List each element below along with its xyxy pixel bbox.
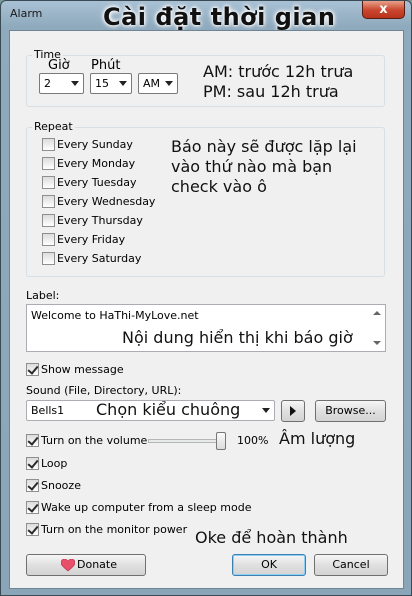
footer-note: Oke để hoàn thành [195,528,348,547]
volume-label: Turn on the volume [41,434,148,447]
alarm-window: Alarm Cài đặt thời gian x Time Giờ Phút … [0,0,412,596]
repeat-monday-checkbox[interactable] [42,157,55,170]
sound-caption: Sound (File, Directory, URL): [26,384,182,397]
dialog-body: Time Giờ Phút 2 15 AM AM: trước 12h trưa… [9,30,404,589]
scroll-up-icon[interactable] [373,311,381,315]
minute-label: Phút [91,58,121,73]
wake-label: Wake up computer from a sleep mode [41,501,252,514]
repeat-tuesday-checkbox[interactable] [42,176,55,189]
monitor-label: Turn on the monitor power [41,523,188,536]
volume-slider-track[interactable] [148,439,226,443]
snooze-label: Snooze [41,479,81,492]
repeat-sunday-checkbox[interactable] [42,138,55,151]
browse-button[interactable]: Browse... [315,400,386,422]
volume-slider-thumb[interactable] [216,432,226,450]
overlay-title: Cài đặt thời gian [103,3,336,31]
ampm-value: AM [143,77,161,90]
label-caption: Label: [26,289,60,302]
snooze-checkbox[interactable] [26,479,39,492]
repeat-sunday-label: Every Sunday [57,138,133,151]
chevron-down-icon [119,81,127,86]
ok-button[interactable]: OK [232,554,306,576]
repeat-wednesday-checkbox[interactable] [42,195,55,208]
chevron-down-icon [71,81,79,86]
hour-select[interactable]: 2 [39,73,84,94]
label-note: Nội dung hiển thị khi báo giờ [122,328,353,347]
repeat-thursday-label: Every Thursday [57,214,143,227]
wake-checkbox[interactable] [26,501,39,514]
repeat-tuesday-label: Every Tuesday [57,176,137,189]
repeat-note-line2: vào thứ nào mà bạn [171,157,333,176]
sound-value: Bells1 [31,404,65,417]
repeat-thursday-checkbox[interactable] [42,214,55,227]
minute-select[interactable]: 15 [90,73,132,94]
monitor-checkbox[interactable] [26,523,39,536]
am-note: AM: trước 12h trưa [203,62,354,81]
chevron-down-icon [165,81,173,86]
pm-note: PM: sau 12h trưa [203,82,339,101]
repeat-note-line1: Báo này sẽ được lặp lại [171,137,357,156]
hour-value: 2 [44,77,51,90]
volume-note: Âm lượng [279,429,356,448]
cancel-button[interactable]: Cancel [314,554,388,576]
repeat-wednesday-label: Every Wednesday [57,195,156,208]
close-icon: x [379,2,388,17]
repeat-saturday-checkbox[interactable] [42,252,55,265]
donate-label: Donate [77,558,117,571]
show-message-checkbox[interactable] [26,363,39,376]
play-sound-button[interactable] [281,400,305,422]
window-title: Alarm [10,7,43,20]
sound-note: Chọn kiểu chuông [96,400,241,419]
loop-label: Loop [41,457,68,470]
repeat-monday-label: Every Monday [57,157,136,170]
minute-value: 15 [95,77,109,90]
repeat-legend: Repeat [32,120,75,133]
repeat-friday-checkbox[interactable] [42,233,55,246]
hour-label: Giờ [48,58,70,73]
show-message-label: Show message [41,363,124,376]
repeat-friday-label: Every Friday [57,233,126,246]
label-text: Welcome to HaThi-MyLove.net [31,309,199,322]
donate-button[interactable]: Donate [26,554,146,576]
volume-percent: 100% [237,434,269,447]
chevron-down-icon [262,408,270,413]
volume-checkbox[interactable] [26,434,39,447]
play-icon [290,406,296,416]
ampm-select[interactable]: AM [138,73,178,94]
heart-icon [61,559,75,572]
repeat-saturday-label: Every Saturday [57,252,142,265]
close-button[interactable]: x [362,1,405,19]
repeat-note-line3: check vào ô [171,177,267,196]
loop-checkbox[interactable] [26,457,39,470]
scroll-down-icon[interactable] [373,341,381,345]
